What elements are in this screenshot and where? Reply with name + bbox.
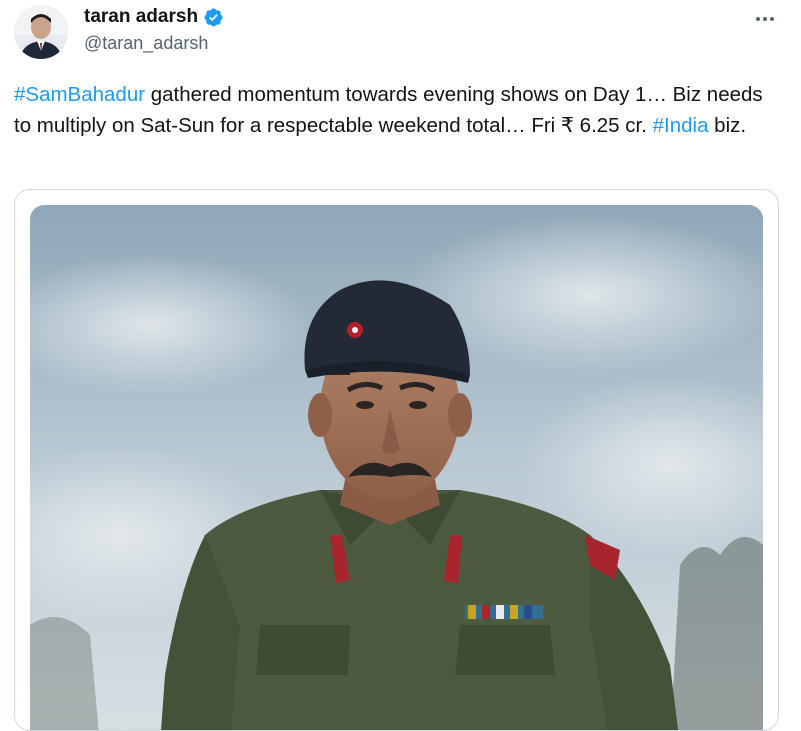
media-card[interactable] (14, 189, 779, 731)
hashtag-link[interactable]: #India (653, 114, 709, 137)
poster-photo (30, 205, 763, 730)
poster-image[interactable] (30, 205, 763, 730)
profile-photo-icon (14, 5, 68, 59)
author-display-name[interactable]: taran adarsh (84, 6, 198, 28)
more-options-button[interactable] (748, 6, 782, 32)
author-name-row[interactable]: taran adarsh (84, 6, 224, 28)
more-dot (763, 17, 767, 21)
author-handle[interactable]: @taran_adarsh (84, 33, 208, 54)
more-dot (770, 17, 774, 21)
more-options-icon (756, 17, 760, 21)
verified-badge-icon (204, 8, 223, 26)
tweet-text-segment: biz. (708, 114, 747, 137)
avatar[interactable] (14, 5, 68, 59)
hashtag-link[interactable]: #SamBahadur (14, 83, 145, 106)
tweet-text: #SamBahadur gathered momentum towards ev… (14, 79, 784, 141)
